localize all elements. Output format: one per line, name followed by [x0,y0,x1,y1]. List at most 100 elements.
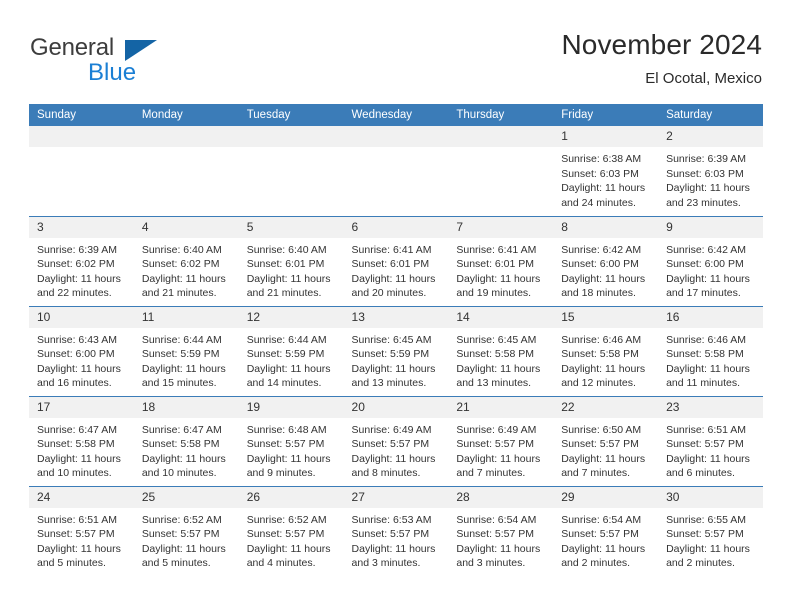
day-details: Sunrise: 6:52 AM Sunset: 5:57 PM Daylight:… [134,508,239,571]
calendar-day-cell[interactable]: 7 Sunrise: 6:41 AM Sunset: 6:01 PM Daylight… [448,215,554,306]
calendar-header-row: Sunday Monday Tuesday Wednesday Thursday Frid… [29,104,763,126]
calendar-day-cell[interactable]: 10 Sunrise: 6:43 AM Sunset: 6:00 PM Dayligh… [29,305,134,396]
calendar-day-cell[interactable]: 8 Sunrise: 6:42 AM Sunset: 6:00 PM Daylight… [553,215,659,306]
calendar-day-cell[interactable]: 2 Sunrise: 6:39 AM Sunset: 6:03 PM Daylight… [658,126,763,216]
day-detail-line: Sunset: 5:59 PM [141,348,220,361]
day-detail-line: Sunrise: 6:54 AM [561,513,642,526]
calendar-day-cell[interactable]: 30 Sunrise: 6:55 AM Sunset: 5:57 PM Dayligh… [658,485,763,576]
day-details: Sunrise: 6:54 AM Sunset: 5:57 PM Daylight:… [448,508,553,571]
day-detail-line: Daylight: 11 hours [246,542,331,555]
day-detail-line: Daylight: 11 hours [37,542,121,555]
day-number: 28 [448,486,554,508]
calendar-day-cell[interactable]: 23 Sunrise: 6:51 AM Sunset: 5:57 PM Dayligh… [658,395,763,486]
day-details: Sunrise: 6:40 AM Sunset: 6:02 PM Daylight:… [134,238,239,301]
day-detail-line: and 19 minutes. [456,287,532,300]
calendar-week-row: 24 Sunrise: 6:51 AM Sunset: 5:57 PM Dayligh… [29,485,763,576]
calendar-day-cell-empty [238,126,344,216]
day-detail-line: Sunset: 5:57 PM [37,528,115,541]
calendar-day-cell[interactable]: 4 Sunrise: 6:40 AM Sunset: 6:02 PM Daylight… [133,215,239,306]
day-detail-line: Sunrise: 6:42 AM [561,243,642,256]
calendar-week-row: 3 Sunrise: 6:39 AM Sunset: 6:02 PM Daylight… [29,215,763,306]
day-number: 10 [29,306,134,328]
day-detail-line: and 13 minutes. [456,377,532,390]
day-detail-line: and 9 minutes. [246,467,316,480]
day-detail-line: Sunset: 5:57 PM [246,528,325,541]
day-detail-line: Sunrise: 6:40 AM [141,243,222,256]
calendar-day-cell[interactable]: 5 Sunrise: 6:40 AM Sunset: 6:01 PM Daylight… [238,215,344,306]
day-detail-line: Daylight: 11 hours [561,542,646,555]
day-number: 9 [658,216,763,238]
weekday-header-monday: Monday [133,104,239,126]
day-number: 7 [448,216,554,238]
day-detail-line: Sunrise: 6:46 AM [666,333,747,346]
day-number: 16 [658,306,763,328]
calendar-grid: Sunday Monday Tuesday Wednesday Thursday Frid… [29,104,763,576]
day-details: Sunrise: 6:49 AM Sunset: 5:57 PM Daylight:… [448,418,553,481]
day-details: Sunrise: 6:46 AM Sunset: 5:58 PM Daylight:… [553,328,658,391]
day-number: 14 [448,306,554,328]
day-detail-line: Sunset: 5:58 PM [561,348,639,361]
calendar-day-cell[interactable]: 9 Sunrise: 6:42 AM Sunset: 6:00 PM Daylight… [658,215,763,306]
day-detail-line: Daylight: 11 hours [246,452,331,465]
day-detail-line: Sunset: 5:57 PM [351,438,430,451]
day-detail-line: Sunrise: 6:38 AM [561,153,642,165]
calendar-day-cell[interactable]: 17 Sunrise: 6:47 AM Sunset: 5:58 PM Dayligh… [29,395,134,486]
day-detail-line: Sunrise: 6:41 AM [456,243,537,256]
calendar-day-cell[interactable]: 1 Sunrise: 6:38 AM Sunset: 6:03 PM Daylight… [553,126,659,216]
day-details: Sunrise: 6:40 AM Sunset: 6:01 PM Daylight:… [239,238,344,301]
day-detail-line: Sunset: 5:57 PM [246,438,325,451]
day-details: Sunrise: 6:55 AM Sunset: 5:57 PM Daylight:… [658,508,763,571]
day-detail-line: Sunrise: 6:46 AM [561,333,642,346]
day-detail-line: and 2 minutes. [666,557,735,570]
day-detail-line: Sunset: 5:57 PM [141,528,220,541]
day-detail-line: Sunrise: 6:48 AM [246,423,327,436]
day-number: 8 [553,216,659,238]
calendar-day-cell[interactable]: 19 Sunrise: 6:48 AM Sunset: 5:57 PM Dayligh… [238,395,344,486]
day-detail-line: Daylight: 11 hours [561,452,646,465]
day-detail-line: Daylight: 11 hours [456,362,541,375]
day-details [134,147,239,152]
day-details: Sunrise: 6:52 AM Sunset: 5:57 PM Daylight:… [239,508,344,571]
day-number: 3 [29,216,134,238]
calendar-day-cell[interactable]: 16 Sunrise: 6:46 AM Sunset: 5:58 PM Dayligh… [658,305,763,396]
day-number: 21 [448,396,554,418]
day-number: 17 [29,396,134,418]
day-detail-line: and 8 minutes. [351,467,421,480]
calendar-day-cell[interactable]: 21 Sunrise: 6:49 AM Sunset: 5:57 PM Dayligh… [448,395,554,486]
day-number [238,126,344,147]
calendar-day-cell[interactable]: 29 Sunrise: 6:54 AM Sunset: 5:57 PM Dayligh… [553,485,659,576]
day-detail-line: Sunset: 6:03 PM [666,167,744,180]
calendar-day-cell[interactable]: 28 Sunrise: 6:54 AM Sunset: 5:57 PM Dayligh… [448,485,554,576]
calendar-day-cell[interactable]: 11 Sunrise: 6:44 AM Sunset: 5:59 PM Dayligh… [133,305,239,396]
day-detail-line: Daylight: 11 hours [246,272,331,285]
day-details: Sunrise: 6:42 AM Sunset: 6:00 PM Daylight:… [553,238,658,301]
calendar-day-cell[interactable]: 20 Sunrise: 6:49 AM Sunset: 5:57 PM Dayligh… [343,395,449,486]
day-number: 20 [343,396,449,418]
day-number: 6 [343,216,449,238]
calendar-day-cell[interactable]: 12 Sunrise: 6:44 AM Sunset: 5:59 PM Dayligh… [238,305,344,396]
day-detail-line: Daylight: 11 hours [351,272,436,285]
day-detail-line: Daylight: 11 hours [666,542,750,555]
calendar-day-cell[interactable]: 3 Sunrise: 6:39 AM Sunset: 6:02 PM Daylight… [29,215,134,306]
calendar-day-cell[interactable]: 14 Sunrise: 6:45 AM Sunset: 5:58 PM Dayligh… [448,305,554,396]
calendar-day-cell[interactable]: 18 Sunrise: 6:47 AM Sunset: 5:58 PM Dayligh… [133,395,239,486]
day-details: Sunrise: 6:51 AM Sunset: 5:57 PM Daylight:… [29,508,134,571]
calendar-day-cell[interactable]: 26 Sunrise: 6:52 AM Sunset: 5:57 PM Dayligh… [238,485,344,576]
calendar-day-cell[interactable]: 15 Sunrise: 6:46 AM Sunset: 5:58 PM Dayligh… [553,305,659,396]
day-number: 24 [29,486,134,508]
calendar-day-cell[interactable]: 24 Sunrise: 6:51 AM Sunset: 5:57 PM Dayligh… [29,485,134,576]
general-blue-logo[interactable]: General Blue [30,34,230,90]
day-number [448,126,554,147]
calendar-day-cell[interactable]: 13 Sunrise: 6:45 AM Sunset: 5:59 PM Dayligh… [343,305,449,396]
day-details [29,147,134,152]
day-details: Sunrise: 6:39 AM Sunset: 6:02 PM Daylight:… [29,238,134,301]
calendar-day-cell[interactable]: 22 Sunrise: 6:50 AM Sunset: 5:57 PM Dayligh… [553,395,659,486]
calendar-day-cell[interactable]: 25 Sunrise: 6:52 AM Sunset: 5:57 PM Dayligh… [133,485,239,576]
day-detail-line: Daylight: 11 hours [351,452,436,465]
day-details: Sunrise: 6:44 AM Sunset: 5:59 PM Daylight:… [134,328,239,391]
day-number: 26 [238,486,344,508]
calendar-day-cell[interactable]: 27 Sunrise: 6:53 AM Sunset: 5:57 PM Dayligh… [343,485,449,576]
calendar-day-cell[interactable]: 6 Sunrise: 6:41 AM Sunset: 6:01 PM Daylight… [343,215,449,306]
day-detail-line: and 3 minutes. [351,557,421,570]
day-number: 27 [343,486,449,508]
